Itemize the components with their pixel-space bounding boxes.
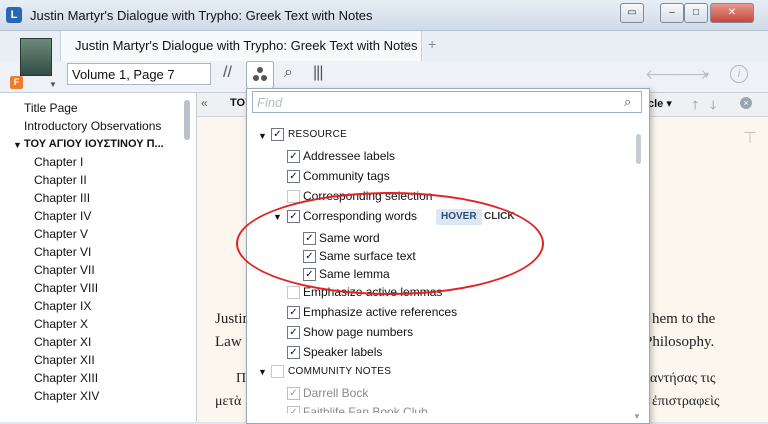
toc-item[interactable]: Chapter V [34, 227, 88, 241]
close-window-button[interactable]: ✕ [710, 3, 754, 23]
reference-input[interactable] [67, 63, 211, 85]
tab-justin-martyr[interactable]: Justin Martyr's Dialogue with Trypho: Gr… [60, 31, 422, 61]
chevron-down-icon[interactable]: ▼ [258, 367, 267, 377]
toc-item[interactable]: Chapter X [34, 317, 88, 331]
toc-item[interactable]: Chapter XII [34, 353, 95, 367]
article-dropdown[interactable]: cle ▾ [648, 97, 672, 110]
add-tab-icon[interactable]: + [428, 36, 436, 52]
option-label[interactable]: Speaker labels [303, 344, 382, 360]
tab-close-icon[interactable]: × [403, 37, 411, 52]
click-chip[interactable]: CLICK [484, 209, 515, 225]
toc-item[interactable]: Chapter III [34, 191, 90, 205]
show-page-numbers-checkbox[interactable]: ✓ [287, 326, 300, 339]
toc-item[interactable]: Chapter XI [34, 335, 91, 349]
reader-text-right: hem to the [652, 311, 716, 327]
toc-scrollbar[interactable] [184, 100, 190, 140]
reader-text-right: αντήσας τις [650, 371, 716, 386]
option-label[interactable]: Community tags [303, 168, 390, 184]
favorite-badge: F [10, 76, 23, 89]
option-label[interactable]: Darrell Bock [303, 385, 368, 401]
resource-checkbox[interactable]: ✓ [271, 128, 284, 141]
toc-item[interactable]: Chapter XIII [34, 371, 98, 385]
option-label[interactable]: Emphasize active references [303, 304, 457, 320]
toc-item[interactable]: Chapter I [34, 155, 83, 169]
arrow-down-icon[interactable]: 🡓 [710, 96, 716, 117]
toc-item[interactable]: Chapter VI [34, 245, 91, 259]
find-input[interactable] [252, 91, 642, 113]
option-label[interactable]: Show page numbers [303, 324, 413, 340]
chevron-down-icon[interactable]: ▼ [49, 80, 57, 89]
info-icon[interactable]: i [730, 65, 748, 83]
parallel-resources-icon[interactable]: // [223, 64, 232, 82]
section-header-resource: RESOURCE [288, 129, 348, 140]
filter-dot-icon [261, 75, 267, 81]
toc-item[interactable]: Chapter VIII [34, 281, 98, 295]
maximize-button[interactable]: □ [684, 3, 708, 23]
darrell-bock-checkbox[interactable]: ✓ [287, 387, 300, 400]
community-notes-checkbox[interactable] [271, 365, 284, 378]
tab-label: Justin Martyr's Dialogue with Trypho: Gr… [75, 38, 418, 53]
toc-item[interactable]: Introductory Observations [24, 119, 161, 133]
option-label[interactable]: Faithlife Fan Book Club [303, 404, 428, 413]
corresponding-words-checkbox[interactable]: ✓ [287, 210, 300, 223]
restore-button[interactable]: ▭ [620, 3, 644, 23]
reader-text-left: Π [236, 371, 247, 386]
option-label[interactable]: Same surface text [319, 248, 416, 264]
columns-icon[interactable]: ||| [313, 64, 324, 82]
same-surface-text-checkbox[interactable]: ✓ [303, 250, 316, 263]
close-icon[interactable]: × [740, 97, 752, 109]
toc-item[interactable]: Chapter IV [34, 209, 91, 223]
panel-scrollbar[interactable] [636, 134, 641, 164]
option-label[interactable]: Corresponding selection [303, 188, 432, 204]
logos-icon: L [6, 7, 22, 23]
speaker-labels-checkbox[interactable]: ✓ [287, 346, 300, 359]
community-tags-checkbox[interactable]: ✓ [287, 170, 300, 183]
arrow-up-icon[interactable]: 🡑 [692, 96, 698, 117]
toc-item[interactable]: Chapter VII [34, 263, 95, 277]
filter-dot-icon [257, 67, 263, 73]
book-cover-thumbnail[interactable] [20, 38, 52, 76]
emphasize-active-lemmas-checkbox[interactable] [287, 286, 300, 299]
section-header-community-notes: COMMUNITY NOTES [288, 366, 392, 377]
reader-text-right: Philosophy. [644, 334, 715, 350]
search-icon[interactable]: ⌕ [624, 94, 631, 110]
toc-item[interactable]: Title Page [24, 101, 78, 115]
toc-item[interactable]: Chapter II [34, 173, 87, 187]
hover-chip[interactable]: HOVER [436, 209, 482, 225]
reader-text-right: ἐπιστραφεὶς [652, 394, 720, 409]
faithlife-fan-book-club-checkbox[interactable]: ✓ [287, 406, 300, 413]
toc-item[interactable]: Chapter XIV [34, 389, 99, 403]
chevron-down-icon[interactable]: ▼ [258, 131, 267, 141]
emphasize-active-references-checkbox[interactable]: ✓ [287, 306, 300, 319]
same-word-checkbox[interactable]: ✓ [303, 232, 316, 245]
chevron-down-icon[interactable]: ▼ [273, 212, 282, 222]
reader-text-left: μετὰ [215, 394, 242, 409]
option-label[interactable]: Same word [319, 230, 380, 246]
corresponding-selection-checkbox[interactable] [287, 190, 300, 203]
reader-text-left: Justin [215, 311, 251, 327]
toc-item[interactable]: ΤΟΥ ΑΓΙΟΥ ΙΟΥΣΤΙΝΟΥ Π... [24, 138, 164, 150]
search-icon[interactable]: ⌕ [284, 64, 293, 82]
addressee-labels-checkbox[interactable]: ✓ [287, 150, 300, 163]
option-label[interactable]: Emphasize active lemmas [303, 284, 442, 300]
page-marker-icon: ⊤ [743, 130, 757, 147]
option-label[interactable]: Same lemma [319, 266, 390, 282]
toc-item[interactable]: Chapter IX [34, 299, 91, 313]
visual-filters-button[interactable] [246, 61, 274, 89]
clipped-row: ✓ Faithlife Fan Book Club [246, 404, 634, 413]
window-title: Justin Martyr's Dialogue with Trypho: Gr… [30, 8, 373, 23]
option-label[interactable]: Corresponding words [303, 208, 417, 224]
option-label[interactable]: Addressee labels [303, 148, 395, 164]
scroll-down-icon[interactable]: ▼ [633, 412, 641, 421]
reader-text-left: Law [215, 334, 242, 350]
filter-dot-icon [253, 75, 259, 81]
history-dropdown-icon[interactable]: ▼ [702, 70, 711, 80]
minimize-button[interactable]: – [660, 3, 684, 23]
chevron-down-icon[interactable]: ▼ [13, 140, 22, 150]
collapse-toc-icon[interactable]: « [201, 96, 208, 110]
same-lemma-checkbox[interactable]: ✓ [303, 268, 316, 281]
